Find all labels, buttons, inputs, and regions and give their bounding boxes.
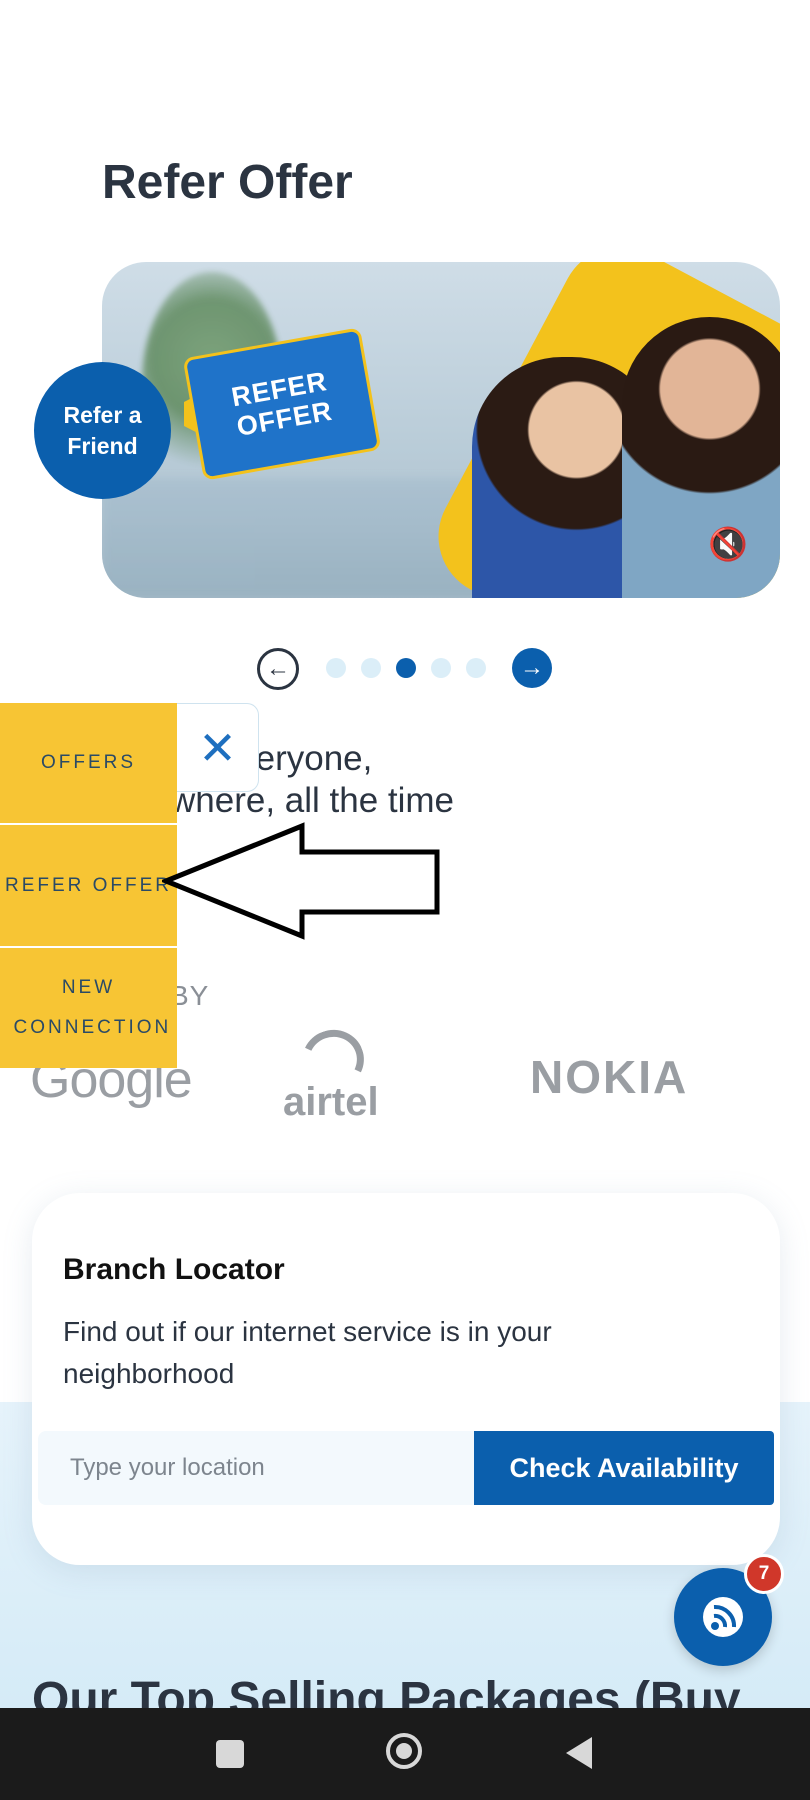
refer-a-friend-badge: Refer a Friend <box>34 362 171 499</box>
arrow-left-icon[interactable]: ← <box>257 648 299 690</box>
close-icon: ✕ <box>198 721 237 774</box>
wifi-icon <box>703 1597 743 1637</box>
back-button[interactable] <box>566 1737 592 1769</box>
check-availability-button[interactable]: Check Availability <box>474 1431 774 1505</box>
menu-item-label: NEW CONNECTION <box>13 977 172 1038</box>
carousel-dot[interactable] <box>361 658 381 678</box>
carousel-navigation: ← → <box>257 648 553 690</box>
menu-item-new-connection[interactable]: NEW CONNECTION <box>0 948 177 1068</box>
side-menu: OFFERS REFER OFFER NEW CONNECTION <box>0 703 177 1068</box>
volume-mute-icon[interactable]: 🔇 <box>702 524 754 564</box>
branch-locator-title: Branch Locator <box>63 1253 285 1286</box>
branch-locator-card: Branch Locator Find out if our internet … <box>32 1193 780 1565</box>
notification-badge: 7 <box>744 1554 784 1594</box>
carousel-dot[interactable] <box>326 658 346 678</box>
refer-offer-banner[interactable]: REFER OFFER 🔇 <box>102 262 780 598</box>
carousel-dot[interactable] <box>431 658 451 678</box>
system-navigation-bar <box>0 1708 810 1800</box>
pointer-arrow-annotation <box>162 822 440 940</box>
branch-locator-description: Find out if our internet service is in y… <box>63 1316 552 1389</box>
menu-item-offers[interactable]: OFFERS <box>0 703 177 825</box>
menu-item-label: REFER OFFER <box>4 874 173 896</box>
home-button[interactable] <box>386 1733 422 1769</box>
page-title: Refer Offer <box>102 156 353 209</box>
carousel-dot[interactable] <box>466 658 486 678</box>
recents-button[interactable] <box>216 1740 244 1768</box>
carousel-dot-active[interactable] <box>396 658 416 678</box>
woman-right-photo <box>622 317 780 598</box>
nokia-logo: NOKIA <box>530 1051 689 1103</box>
menu-item-refer-offer[interactable]: REFER OFFER <box>0 825 177 948</box>
airtel-logo: airtel <box>283 1080 379 1124</box>
location-input[interactable] <box>38 1431 474 1505</box>
refer-a-friend-label: Refer a Friend <box>63 401 142 459</box>
arrow-right-icon[interactable]: → <box>512 648 552 688</box>
close-menu-button[interactable]: ✕ <box>177 703 259 792</box>
menu-item-label: OFFERS <box>40 752 137 773</box>
